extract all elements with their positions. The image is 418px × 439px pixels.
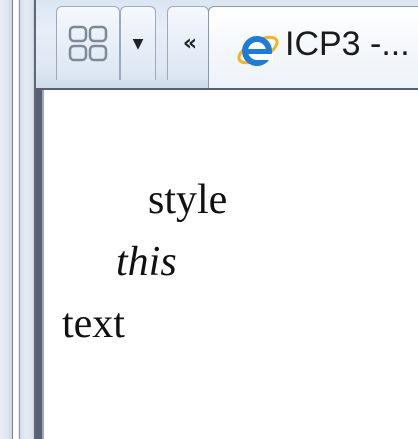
frame-divider [12,0,13,439]
quick-tabs-grid-icon [68,25,108,61]
page-content: style this text [36,88,418,439]
internet-explorer-icon [237,35,279,66]
tab-strip: ▼ ‹‹ ICP3 -... [36,0,418,88]
chevron-down-icon: ▼ [132,35,144,52]
tab-list-button[interactable]: ▼ [120,6,156,80]
text-this-italic: this [116,239,177,285]
text-style: style [148,177,228,223]
scroll-tabs-left-button[interactable]: ‹‹ [167,6,209,80]
content-border [42,90,44,439]
tab-title: ICP3 -... [285,25,410,63]
browser-window: ▼ ‹‹ ICP3 -... style this text [0,0,418,439]
text-text: text [62,301,125,347]
quick-tabs-button[interactable] [56,6,120,80]
double-chevron-left-icon: ‹‹ [182,31,197,56]
active-tab[interactable]: ICP3 -... [208,6,418,88]
frame-divider [19,0,20,439]
